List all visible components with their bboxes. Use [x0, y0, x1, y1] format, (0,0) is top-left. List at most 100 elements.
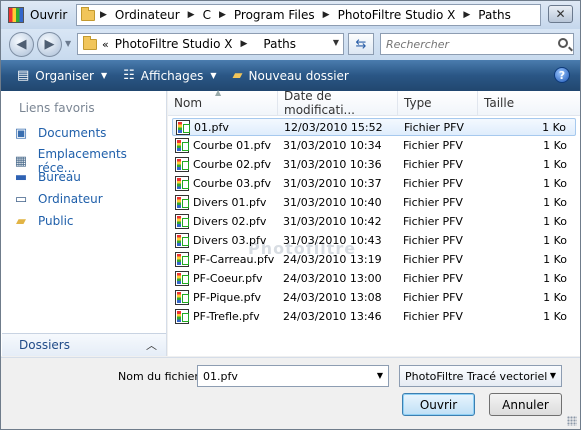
file-size: 1 Ko [543, 310, 567, 323]
folder-icon [83, 35, 97, 50]
column-header-date[interactable]: Date de modificati... [278, 89, 398, 117]
file-row[interactable]: PF-Coeur.pfv 24/03/2010 13:00 Fichier PFV 1… [172, 270, 576, 288]
file-type: Fichier PFV [403, 310, 463, 323]
file-type: Fichier PFV [404, 121, 464, 134]
column-header-size[interactable]: Taille [478, 91, 580, 115]
refresh-button[interactable]: ⇆ [348, 33, 374, 55]
organize-label: Organiser [35, 68, 94, 83]
file-type: Fichier PFV [403, 234, 463, 247]
cancel-button[interactable]: Annuler [489, 393, 562, 416]
breadcrumb-item-c[interactable]: ▶ C [188, 8, 211, 22]
favorites-heading: Liens favoris [19, 101, 95, 115]
column-header-label: Taille [484, 96, 515, 110]
close-button[interactable]: ✕ [548, 5, 573, 23]
breadcrumb-label: Program Files [233, 8, 315, 22]
views-button[interactable]: ☷ Affichages ▼ [123, 68, 216, 83]
file-row[interactable]: PF-Carreau.pfv 24/03/2010 13:19 Fichier PF… [172, 251, 576, 269]
filename-value[interactable]: 01.pfv [203, 370, 238, 383]
new-folder-icon: ▰ [232, 68, 243, 83]
breadcrumb-item-ordinateur[interactable]: ▶ Ordinateur [100, 8, 180, 22]
address-label: Paths [263, 37, 297, 51]
arrow-left-icon: ◀ [16, 37, 27, 52]
pfv-file-icon [175, 157, 189, 172]
title-bar: Ouvrir ▶ Ordinateur ▶ C ▶ Program Files ▶ Ph… [1, 1, 580, 29]
sidebar-item-desktop[interactable]: ▬ Bureau [13, 169, 81, 185]
pfv-file-icon [175, 290, 189, 305]
filetype-select[interactable]: PhotoFiltre Tracé vectoriel ▼ [399, 365, 562, 387]
file-type: Fichier PFV [403, 215, 463, 228]
documents-icon: ▣ [14, 125, 28, 141]
file-row[interactable]: Courbe 02.pfv 31/03/2010 10:36 Fichier PFV… [172, 156, 576, 174]
sidebar-item-documents[interactable]: ▣ Documents [13, 125, 107, 141]
breadcrumb[interactable]: ▶ Ordinateur ▶ C ▶ Program Files ▶ PhotoFilt… [76, 4, 541, 26]
file-name: Divers 01.pfv [193, 196, 267, 209]
file-name: Divers 02.pfv [193, 215, 267, 228]
sidebar-item-computer[interactable]: ▭ Ordinateur [13, 191, 103, 207]
column-header-name[interactable]: ▲ Nom [168, 88, 278, 115]
filetype-value: PhotoFiltre Tracé vectoriel [405, 369, 548, 383]
search-icon[interactable] [558, 38, 568, 48]
new-folder-button[interactable]: ▰ Nouveau dossier [233, 68, 349, 83]
file-list: ▲ Nom Date de modificati... Type Taille … [168, 88, 580, 356]
breadcrumb-item-photofiltre[interactable]: ▶ PhotoFiltre Studio X [323, 8, 456, 22]
address-overflow-icon[interactable]: « [102, 38, 109, 51]
sidebar-item-label: Public [38, 214, 74, 228]
resize-grip[interactable] [567, 416, 577, 426]
chevron-down-icon: ▼ [549, 371, 556, 380]
sidebar-item-label: Documents [38, 126, 107, 140]
file-name: PF-Trefle.pfv [193, 310, 260, 323]
file-date: 24/03/2010 13:08 [283, 291, 382, 304]
filename-field[interactable]: 01.pfv ▼ [197, 365, 389, 387]
breadcrumb-label: Ordinateur [114, 8, 180, 22]
open-file-dialog: Ouvrir ▶ Ordinateur ▶ C ▶ Program Files ▶ Ph… [0, 0, 581, 430]
file-row[interactable]: Divers 02.pfv 31/03/2010 10:42 Fichier PFV… [172, 213, 576, 231]
search-input[interactable] [386, 37, 546, 51]
file-row[interactable]: Divers 01.pfv 31/03/2010 10:40 Fichier PFV… [172, 194, 576, 212]
history-dropdown-icon[interactable]: ▼ [65, 39, 71, 48]
organize-button[interactable]: ▤ Organiser ▼ [17, 68, 107, 83]
address-item-paths[interactable]: Paths [263, 37, 296, 51]
file-row[interactable]: PF-Trefle.pfv 24/03/2010 13:46 Fichier PFV… [172, 308, 576, 326]
file-row[interactable]: 01.pfv 12/03/2010 15:52 Fichier PFV 1 Ko [172, 118, 576, 136]
file-size: 1 Ko [543, 196, 567, 209]
search-field[interactable] [380, 33, 574, 55]
chevron-down-icon: ▼ [210, 71, 217, 80]
chevron-down-icon[interactable]: ▼ [377, 371, 383, 380]
breadcrumb-label: PhotoFiltre Studio X [337, 8, 456, 22]
breadcrumb-item-program-files[interactable]: ▶ Program Files [219, 8, 315, 22]
navigation-pane: Liens favoris ▣ Documents ▦ Emplacements… [1, 91, 167, 356]
open-button[interactable]: Ouvrir [402, 393, 475, 416]
file-size: 1 Ko [543, 253, 567, 266]
breadcrumb-label: C [202, 8, 211, 22]
breadcrumb-label: Paths [478, 8, 511, 22]
file-date: 24/03/2010 13:00 [283, 272, 382, 285]
file-row[interactable]: PF-Pique.pfv 24/03/2010 13:08 Fichier PFV 1… [172, 289, 576, 307]
forward-button[interactable]: ▶ [37, 32, 62, 57]
folders-toggle[interactable]: Dossiers ︿ [2, 333, 166, 356]
column-header-type[interactable]: Type [398, 91, 478, 115]
pfv-file-icon [175, 195, 189, 210]
help-button[interactable]: ? [554, 67, 570, 83]
file-row[interactable]: Courbe 01.pfv 31/03/2010 10:34 Fichier PFV… [172, 137, 576, 155]
breadcrumb-item-paths[interactable]: ▶ Paths [463, 8, 511, 22]
back-button[interactable]: ◀ [9, 32, 34, 57]
file-row[interactable]: Divers 03.pfv 31/03/2010 10:43 Fichier PFV… [172, 232, 576, 250]
close-icon: ✕ [555, 7, 566, 21]
navigation-bar: ◀ ▶ ▼ « PhotoFiltre Studio X ▶ Paths ▼ ⇆ [1, 29, 580, 60]
address-label: PhotoFiltre Studio X [114, 37, 233, 51]
file-size: 1 Ko [543, 158, 567, 171]
file-row[interactable]: Courbe 03.pfv 31/03/2010 10:37 Fichier PFV… [172, 175, 576, 193]
file-name: Courbe 01.pfv [193, 139, 272, 152]
chevron-right-icon: ▶ [187, 10, 195, 20]
organize-icon: ▤ [17, 68, 30, 83]
sidebar-item-public[interactable]: ▰ Public [13, 213, 74, 229]
address-bar[interactable]: « PhotoFiltre Studio X ▶ Paths ▼ [77, 33, 344, 55]
address-dropdown-icon[interactable]: ▼ [333, 38, 339, 47]
pfv-file-icon [175, 138, 189, 153]
window-title: Ouvrir [30, 8, 68, 22]
address-item-photofiltre[interactable]: PhotoFiltre Studio X ▶ [115, 37, 256, 51]
file-date: 31/03/2010 10:34 [283, 139, 382, 152]
file-name: Divers 03.pfv [193, 234, 267, 247]
file-size: 1 Ko [543, 139, 567, 152]
arrow-right-icon: ▶ [44, 37, 55, 52]
